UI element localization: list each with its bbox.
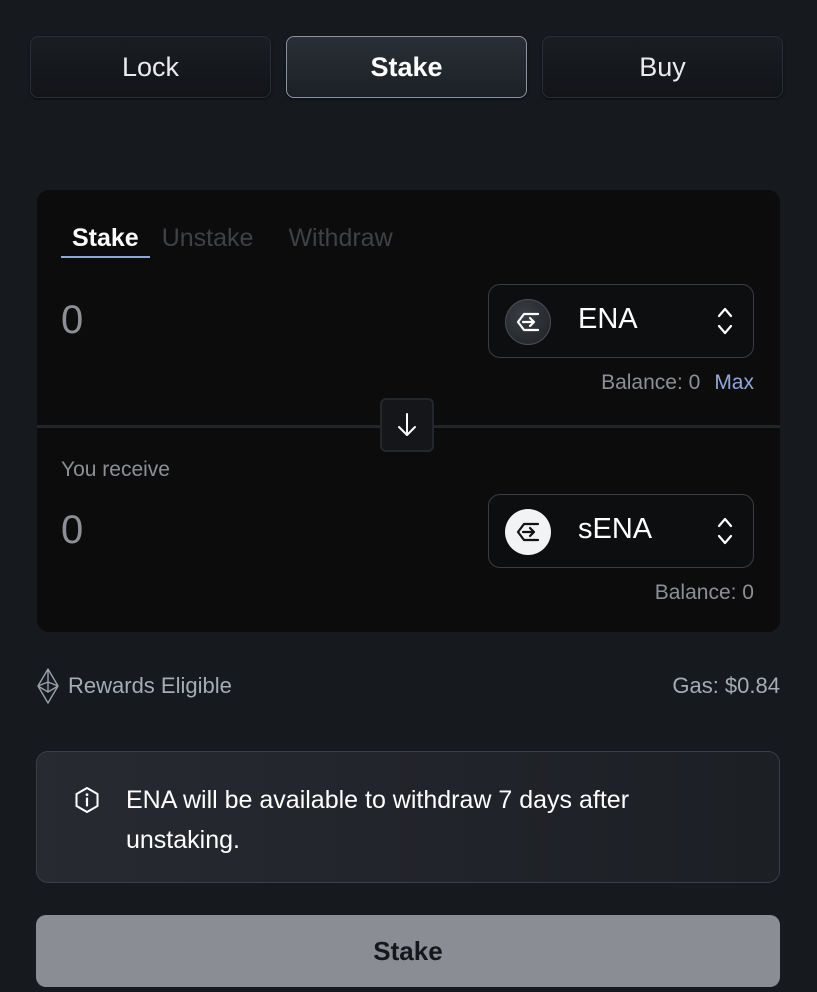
chevron-updown-icon xyxy=(717,517,733,545)
from-amount-input[interactable]: 0 xyxy=(61,298,83,343)
tab-buy[interactable]: Buy xyxy=(542,36,783,98)
rewards-label: Rewards Eligible xyxy=(68,673,232,698)
tab-lock[interactable]: Lock xyxy=(30,36,271,98)
sub-tabs: Stake Unstake Withdraw xyxy=(61,220,428,262)
stake-submit-button[interactable]: Stake xyxy=(36,915,780,987)
receive-label: You receive xyxy=(61,458,170,481)
swap-direction-button[interactable] xyxy=(380,398,434,452)
to-token-name: sENA xyxy=(578,513,653,545)
subtab-stake[interactable]: Stake xyxy=(61,220,150,258)
ena-icon xyxy=(505,299,551,345)
from-token-select[interactable]: ENA xyxy=(488,284,754,358)
from-balance: Balance: 0 Max xyxy=(601,371,754,395)
subtab-unstake[interactable]: Unstake xyxy=(150,220,265,258)
to-amount: 0 xyxy=(61,508,84,552)
info-notice: ENA will be available to withdraw 7 days… xyxy=(36,751,780,883)
ethereum-icon xyxy=(37,668,59,704)
arrow-down-icon xyxy=(398,413,416,436)
from-token-name: ENA xyxy=(578,303,638,335)
max-button[interactable]: Max xyxy=(714,371,754,394)
chevron-updown-icon xyxy=(717,307,733,335)
sena-icon xyxy=(505,509,551,555)
gas-fee: Gas: $0.84 xyxy=(672,673,780,698)
info-icon xyxy=(75,787,99,813)
from-balance-label: Balance: 0 xyxy=(601,371,701,394)
top-tabs: Lock Stake Buy xyxy=(30,36,786,100)
subtab-withdraw[interactable]: Withdraw xyxy=(288,220,403,258)
rewards-eligible: Rewards Eligible xyxy=(36,666,232,706)
notice-text: ENA will be available to withdraw 7 days… xyxy=(126,786,630,854)
stake-card: Stake Unstake Withdraw 0 ENA Balance: 0 M… xyxy=(37,190,780,632)
to-token-select[interactable]: sENA xyxy=(488,494,754,568)
tab-stake[interactable]: Stake xyxy=(286,36,527,98)
to-balance: Balance: 0 xyxy=(654,581,754,604)
